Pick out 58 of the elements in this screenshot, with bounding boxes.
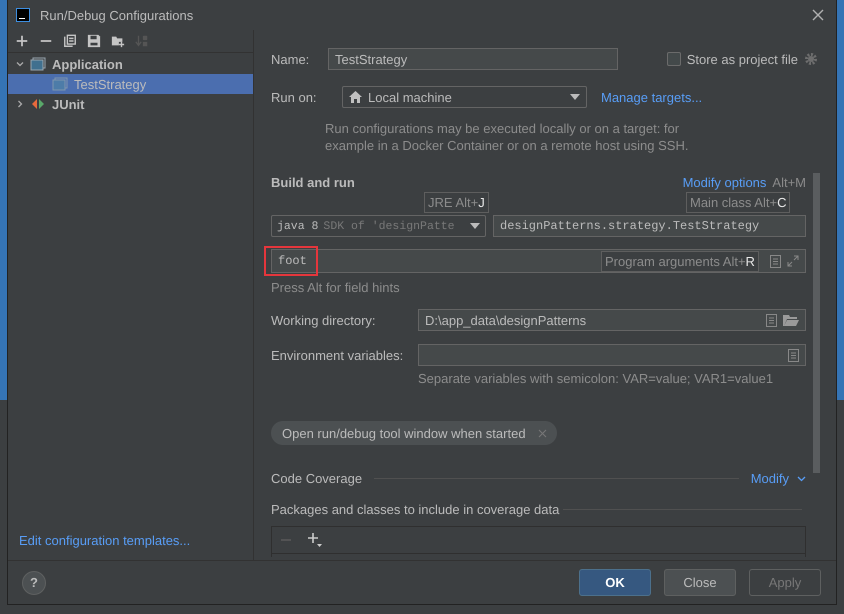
modify-options-link[interactable]: Modify options — [682, 174, 766, 190]
window-icon — [52, 77, 68, 91]
environment-variables-label: Environment variables: — [271, 348, 404, 362]
section-title: Packages and classes to include in coverage data — [271, 502, 560, 517]
save-icon[interactable] — [87, 34, 101, 48]
caret-icon — [470, 223, 480, 229]
main-class-field[interactable]: designPatterns.strategy.TestStrategy — [493, 215, 806, 237]
window-title: Run/Debug Configurations — [40, 8, 194, 22]
add-icon[interactable] — [308, 533, 322, 547]
run-on-dropdown[interactable]: Local machine — [342, 86, 587, 108]
dialog-button[interactable]: Close — [664, 569, 736, 596]
tree-item[interactable]: JUnit — [8, 94, 253, 114]
manage-targets-link[interactable]: Manage targets... — [601, 90, 702, 104]
tree-item[interactable]: TestStrategy — [8, 74, 253, 94]
field-hint: Press Alt for field hints — [271, 280, 401, 295]
scrollbar[interactable] — [813, 173, 820, 473]
name-field[interactable]: TestStrategy — [328, 48, 618, 70]
name-label: Name: — [271, 52, 310, 66]
chevron-icon — [16, 60, 24, 68]
tree-item[interactable]: Application — [8, 54, 253, 74]
caret-icon — [570, 94, 580, 100]
highlight-box — [264, 246, 318, 276]
folder-plus-icon[interactable] — [111, 34, 125, 48]
copy-icon[interactable] — [63, 34, 77, 48]
home-icon — [349, 91, 362, 103]
working-directory-field[interactable]: D:\app_data\designPatterns — [418, 309, 806, 331]
environment-variables-field[interactable] — [418, 344, 806, 366]
close-icon[interactable] — [812, 9, 824, 21]
junit-icon — [30, 97, 46, 111]
store-label: Store as project file — [686, 52, 798, 66]
window-icon — [30, 57, 46, 71]
edit-templates-link[interactable]: Edit configuration templates... — [19, 533, 253, 548]
env-hint: Separate variables with semicolon: VAR=value; VAR1=value1 — [418, 371, 774, 386]
section-title: Build and run — [271, 174, 355, 190]
folder-icon[interactable] — [783, 314, 799, 326]
section-title: Code Coverage — [271, 471, 362, 486]
tooltip: Program arguments Alt+R — [601, 251, 759, 272]
document-icon[interactable] — [770, 254, 781, 268]
option-chip[interactable]: Open run/debug tool window when started — [271, 421, 557, 445]
shortcut-label: Alt+M — [772, 174, 806, 190]
expand-icon[interactable] — [787, 255, 799, 267]
run-on-hint: Run configurations may be executed locally or on a target: for example in a Docker Container or on a remote host using SSH. — [325, 120, 690, 154]
chevron-icon — [797, 476, 806, 482]
ok-button[interactable]: OK — [579, 569, 651, 596]
gear-icon[interactable] — [804, 52, 818, 66]
document-icon[interactable] — [766, 314, 777, 326]
working-directory-label: Working directory: — [271, 312, 377, 328]
app-logo-icon — [16, 8, 30, 22]
document-icon[interactable] — [788, 348, 799, 362]
add-icon[interactable] — [15, 34, 29, 48]
run-on-label: Run on: — [271, 90, 318, 104]
checkbox[interactable] — [666, 52, 681, 66]
tooltip: Main class Alt+C — [686, 192, 790, 213]
help-button[interactable]: ? — [22, 570, 46, 594]
tooltip: JRE Alt+J — [424, 192, 489, 213]
jre-dropdown[interactable]: java 8 SDK of 'designPatte — [271, 215, 486, 237]
chevron-icon — [16, 100, 24, 108]
modify-link[interactable]: Modify — [750, 471, 789, 486]
